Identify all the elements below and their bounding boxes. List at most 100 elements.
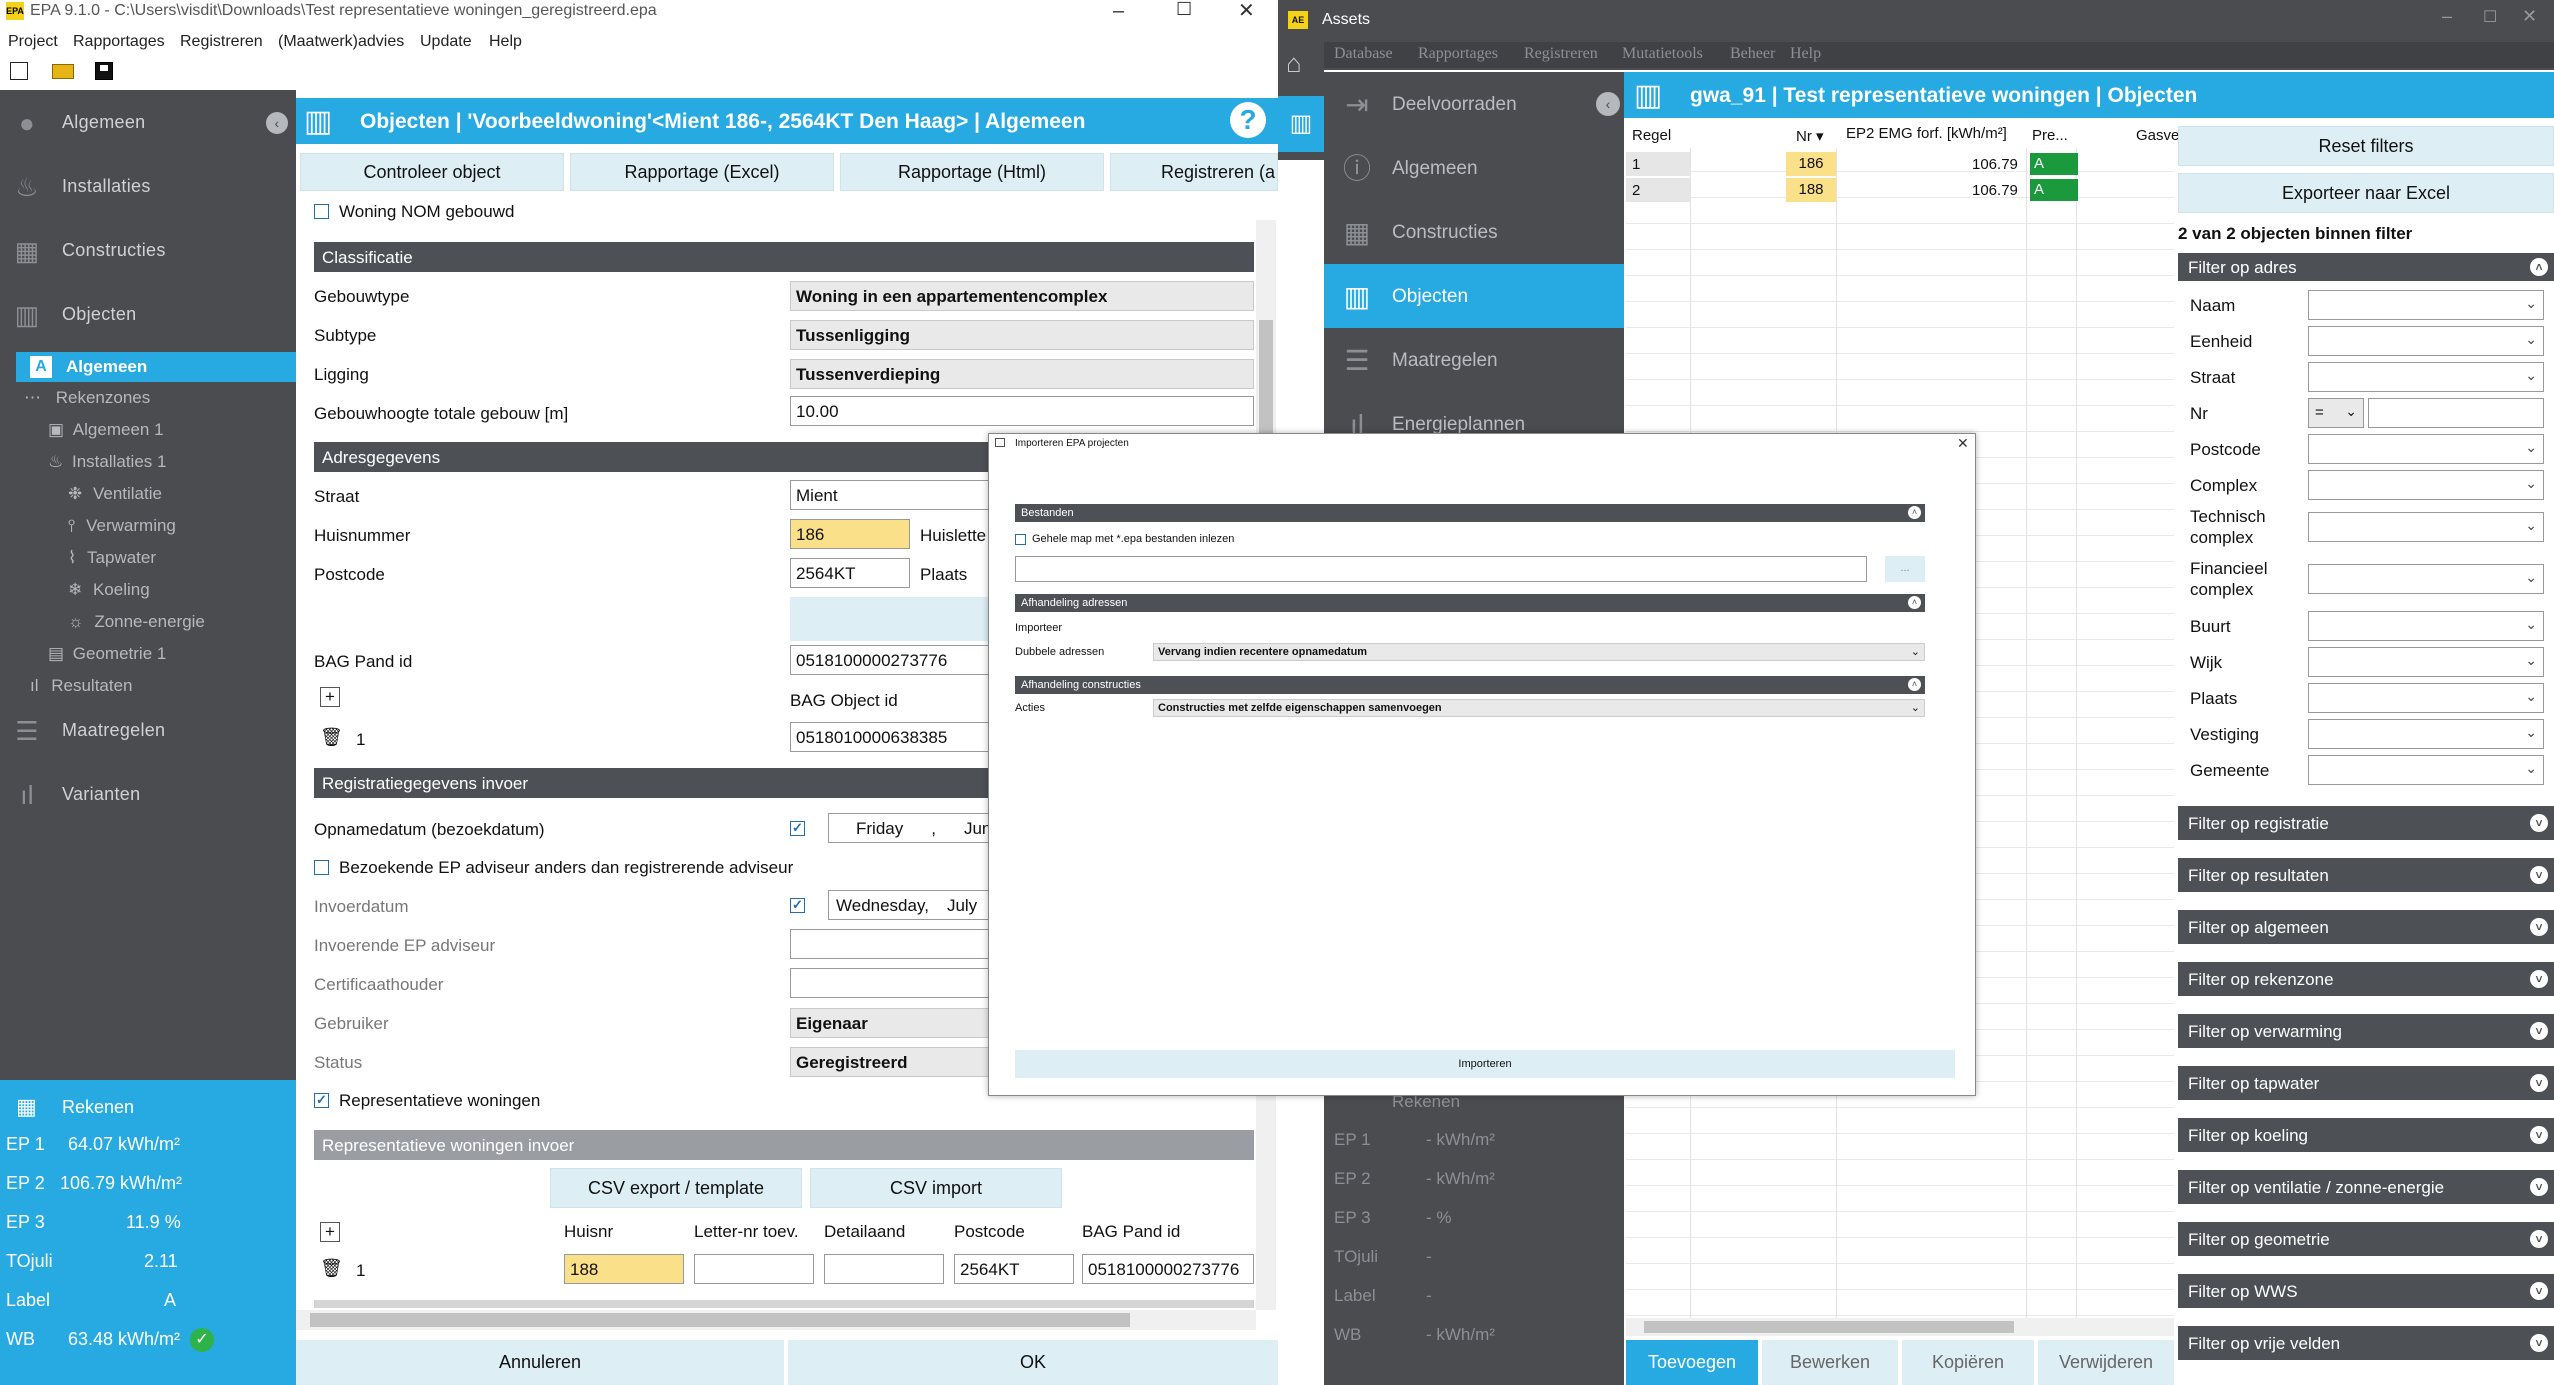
kopieren-button[interactable]: Kopiëren [1902,1340,2034,1385]
filter-koeling-header[interactable]: Filter op koeling ˅ [2178,1118,2554,1152]
add-row-icon[interactable]: + [320,687,340,707]
minimize-icon[interactable]: – [2442,6,2452,27]
filter-nr-operator[interactable]: = ⌄ [2308,398,2364,428]
ligging-field[interactable]: Tussenverdieping [790,359,1254,389]
sidebar-sub-verwarming[interactable]: ⫯ Verwarming [68,516,176,548]
rekenen-button[interactable]: ▦ Rekenen [0,1080,296,1130]
sidebar-item-maatregelen[interactable]: ☰ Maatregelen [0,706,296,756]
repr-letter-input[interactable] [694,1254,814,1284]
home-icon[interactable]: ⌂ [1286,48,1302,79]
tab-controleer-object[interactable]: Controleer object [300,153,564,191]
menu-maatwerkadvies[interactable]: (Maatwerk)advies [278,33,404,51]
menu-help[interactable]: Help [489,33,522,51]
reset-filters-button[interactable]: Reset filters [2178,126,2554,166]
menu-rapportages[interactable]: Rapportages [73,33,165,51]
filter-nr-input[interactable] [2368,398,2544,428]
sidebar-item-deelvoorraden[interactable]: ⇥ Deelvoorraden ‹ [1324,72,1624,136]
filter-complex-select[interactable]: ⌄ [2308,470,2544,500]
gebouwtype-field[interactable]: Woning in een appartementencomplex [790,281,1254,311]
bag-pand-input[interactable]: 0518100000273776 [790,645,990,675]
help-icon[interactable]: ? [1230,102,1266,138]
trash-icon[interactable]: 🗑 [320,1258,343,1279]
sidebar-item-maatregelen[interactable]: ☰ Maatregelen [1324,328,1624,392]
filter-rekenzone-header[interactable]: Filter op rekenzone ˅ [2178,962,2554,996]
filter-wws-header[interactable]: Filter op WWS ˅ [2178,1274,2554,1308]
menu-registreren[interactable]: Registreren [180,33,263,51]
sidebar-sub-installaties-1[interactable]: ♨ Installaties 1 [48,452,166,484]
menu-registreren[interactable]: Registreren [1524,45,1598,63]
repr-huisnr-input[interactable]: 188 [564,1254,684,1284]
menu-rapportages[interactable]: Rapportages [1418,45,1498,63]
tab-registreren[interactable]: Registreren (a [1110,153,1278,191]
nom-checkbox[interactable] [314,204,329,219]
filter-verwarming-header[interactable]: Filter op verwarming ˅ [2178,1014,2554,1048]
opname-checkbox[interactable]: ✓ [790,821,805,836]
importeren-button[interactable]: Importeren [1015,1050,1955,1078]
adressen-header[interactable]: Afhandeling adressen ˄ [1015,594,1925,612]
close-icon[interactable]: ✕ [1957,435,1969,452]
sidebar-sub-koeling[interactable]: ❄ Koeling [68,580,150,612]
browse-button[interactable]: ... [1885,556,1925,582]
close-icon[interactable]: ✕ [2522,6,2537,27]
sidebar-sub-algemeen[interactable]: A Algemeen [16,352,296,382]
grid-scroll-thumb[interactable] [1644,1321,2014,1333]
invoerdatum-input[interactable]: Wednesday, July [828,890,990,920]
filter-adres-header[interactable]: Filter op adres ˄ [2178,253,2554,281]
invoerende-input[interactable] [790,929,990,959]
sidebar-sub-rekenzones[interactable]: ⋯ Rekenzones [24,388,150,420]
sidebar-sub-algemeen-1[interactable]: ▣ Algemeen 1 [48,420,164,452]
filter-technisch-select[interactable]: ⌄ [2308,512,2544,542]
filter-plaats-select[interactable]: ⌄ [2308,683,2544,713]
filter-ventilatie-header[interactable]: Filter op ventilatie / zonne-energie ˅ [2178,1170,2554,1204]
horizontal-scroll-thumb[interactable] [310,1313,1130,1327]
new-file-icon[interactable] [10,62,28,80]
menu-help[interactable]: Help [1790,45,1821,63]
sidebar-item-constructies[interactable]: ▦ Constructies [1324,200,1624,264]
gebruiker-field[interactable]: Eigenaar [790,1008,990,1038]
status-field[interactable]: Geregistreerd [790,1047,990,1077]
bewerken-button[interactable]: Bewerken [1762,1340,1898,1385]
constructies-header[interactable]: Afhandeling constructies ˄ [1015,676,1925,694]
verwijderen-button[interactable]: Verwijderen [2038,1340,2174,1385]
subtype-field[interactable]: Tussenligging [790,320,1254,350]
hoogte-input[interactable]: 10.00 [790,396,1254,426]
menu-update[interactable]: Update [420,33,472,51]
sidebar-item-algemeen[interactable]: ⓘ Algemeen [1324,136,1624,200]
filter-eenheid-select[interactable]: ⌄ [2308,326,2544,356]
gehele-map-checkbox[interactable] [1015,534,1026,545]
close-icon[interactable]: ✕ [1238,0,1255,23]
sidebar-item-installaties[interactable]: ♨ Installaties [0,162,296,212]
table-row[interactable]: 1 186 106.79 A [1626,152,2174,176]
col-gasve[interactable]: Gasve [2136,127,2179,144]
annuleren-button[interactable]: Annuleren [296,1340,784,1385]
sidebar-item-constructies[interactable]: ▦ Constructies [0,226,296,276]
repr-postcode-input[interactable]: 2564KT [954,1254,1074,1284]
sidebar-sub-tapwater[interactable]: ⌇ Tapwater [68,548,156,580]
trash-icon[interactable]: 🗑 [320,727,343,748]
horizontal-scrollbar[interactable] [296,1310,1256,1330]
filter-gemeente-select[interactable]: ⌄ [2308,755,2544,785]
open-folder-icon[interactable] [52,64,74,79]
filter-tapwater-header[interactable]: Filter op tapwater ˅ [2178,1066,2554,1100]
menu-database[interactable]: Database [1334,45,1393,63]
csv-export-button[interactable]: CSV export / template [550,1168,802,1208]
col-pre[interactable]: Pre... [2032,127,2068,144]
col-nr[interactable]: Nr ▾ [1796,127,1824,145]
table-row[interactable]: 2 188 106.79 A [1626,178,2174,202]
sidebar-item-algemeen[interactable]: ● Algemeen ‹ [0,98,296,148]
toevoegen-button[interactable]: Toevoegen [1626,1340,1758,1385]
filter-naam-select[interactable]: ⌄ [2308,290,2544,320]
huisnummer-input[interactable]: 186 [790,519,910,549]
filter-algemeen-header[interactable]: Filter op algemeen ˅ [2178,910,2554,944]
collapse-sidebar-icon[interactable]: ‹ [266,112,288,134]
maximize-icon[interactable]: ☐ [2483,7,2497,27]
bestanden-header[interactable]: Bestanden ˄ [1015,504,1925,522]
certificaathouder-input[interactable] [790,968,990,998]
col-regel[interactable]: Regel [1632,127,1671,144]
filter-resultaten-header[interactable]: Filter op resultaten ˅ [2178,858,2554,892]
add-repr-row-icon[interactable]: + [320,1222,340,1242]
tab-rapportage-excel[interactable]: Rapportage (Excel) [570,153,834,191]
straat-input[interactable]: Mient [790,480,990,510]
acties-select[interactable]: Constructies met zelfde eigenschappen sa… [1153,699,1925,717]
repr-bag-input[interactable]: 0518100000273776 [1082,1254,1254,1284]
